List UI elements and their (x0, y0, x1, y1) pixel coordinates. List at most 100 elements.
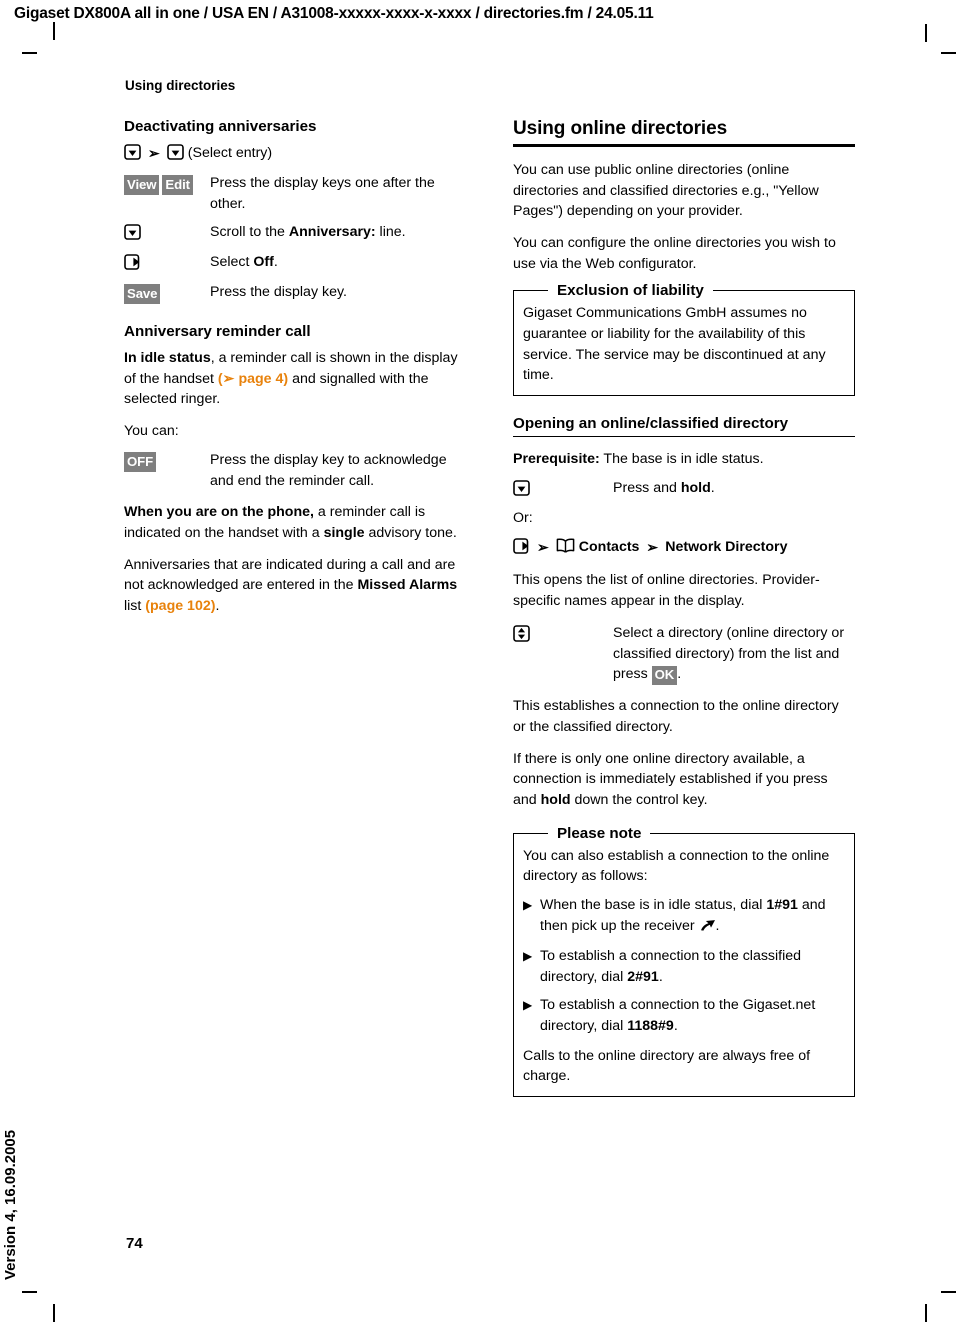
you-can-label: You can: (124, 423, 179, 440)
bullet-text: When the base is in idle status, dial 1#… (540, 895, 845, 938)
xref-page-4[interactable]: (➢ page 4) (218, 371, 288, 387)
press-hold-prefix: Press and (613, 480, 681, 497)
exclusion-box-title: Exclusion of liability (548, 280, 713, 303)
prerequisite-bold: Prerequisite: (513, 451, 600, 468)
bullet-text-2: . (673, 1017, 678, 1034)
control-key-up-down-icon[interactable] (513, 625, 530, 642)
subheading-rule (513, 436, 855, 438)
control-key-right-icon[interactable] (124, 254, 141, 270)
heading-opening-directory: Opening an online/classified directory (513, 414, 789, 432)
step-view-edit: View Edit Press the display keys one afte… (124, 173, 466, 214)
paragraph-only-one-directory: If there is only one online directory av… (513, 749, 855, 811)
bullet-bold: 1#91 (766, 896, 798, 913)
softkey-ok[interactable]: OK (651, 665, 678, 686)
bullet-text-1: To establish a connection to the classif… (540, 948, 802, 985)
please-note-box: Please note You can also establish a con… (513, 822, 855, 1097)
page-number: 74 (126, 1235, 143, 1252)
step-text-off: Press the display key to acknowledge and… (210, 451, 447, 489)
step-save: Save Press the display key. (124, 282, 466, 304)
bullet-text-2: . (658, 968, 663, 985)
nav-contacts-label[interactable]: Contacts (579, 539, 640, 555)
step-scroll-anniversary: Scroll to the Anniversary: line. (124, 222, 466, 244)
bullet-item: ▶ To establish a connection to the Gigas… (523, 995, 845, 1036)
bullet-triangle-icon: ▶ (523, 897, 533, 912)
step-key-cell: Save (124, 282, 210, 304)
control-key-down-icon[interactable] (124, 224, 141, 241)
exclusion-of-liability-box: Exclusion of liability Gigaset Communica… (513, 280, 855, 396)
step-text-suffix: line. (375, 224, 406, 241)
bullet-text-3: . (715, 917, 720, 934)
paragraph-opens-list: This opens the list of online directorie… (513, 572, 820, 610)
bullet-triangle-icon: ▶ (523, 949, 533, 964)
arrow-right-glyph: ➢ (536, 539, 549, 556)
receiver-icon (699, 918, 716, 939)
contacts-book-icon (556, 538, 575, 560)
step-press-and-hold: Press and hold. (513, 478, 855, 500)
paragraph-on-the-phone: When you are on the phone, a reminder ca… (124, 502, 466, 543)
on-the-phone-bold: When you are on the phone, (124, 504, 314, 521)
select-directory-text-2: . (677, 666, 682, 683)
xref-page-102[interactable]: (page 102) (145, 598, 215, 614)
bullet-item: ▶ When the base is in idle status, dial … (523, 895, 845, 938)
or-label: Or: (513, 509, 533, 526)
paragraph-public-directories: You can use public online directories (o… (513, 161, 819, 220)
control-key-down-icon (124, 144, 141, 161)
bullet-triangle-icon: ▶ (523, 998, 533, 1013)
version-note: Version 4, 16.09.2005 (2, 1129, 19, 1280)
arrow-right-glyph-2: ➢ (646, 539, 659, 556)
softkey-view[interactable]: View (124, 175, 160, 195)
bullet-text: To establish a connection to the classif… (540, 946, 845, 987)
nav-network-directory-label[interactable]: Network Directory (665, 539, 787, 555)
crop-mark-bottom-right-horizontal (941, 1291, 956, 1293)
steps-deactivating: View Edit Press the display keys one afte… (124, 173, 466, 304)
step-text-suffix: . (273, 254, 278, 271)
control-key-down-icon[interactable] (513, 480, 530, 497)
step-select-directory: Select a directory (online directory or … (513, 623, 855, 686)
paragraph-missed-alarms: Anniversaries that are indicated during … (124, 555, 466, 617)
step-text-view-edit: Press the display keys one after the oth… (210, 174, 435, 212)
paragraph-idle-status: In idle status, a reminder call is shown… (124, 348, 466, 410)
on-the-phone-bold-2: single (323, 525, 365, 542)
please-note-box-title: Please note (548, 822, 651, 845)
control-key-right-icon[interactable] (513, 537, 530, 554)
step-key-cell (513, 478, 613, 500)
xref-page-4-label: page 4) (238, 370, 289, 387)
paragraph-prerequisite: Prerequisite: The base is in idle status… (513, 449, 855, 470)
only-one-bold: hold (540, 792, 571, 809)
heading-rule (513, 144, 855, 147)
missed-alarms-bold: Missed Alarms (357, 577, 458, 594)
heading-anniversary-reminder-call: Anniversary reminder call (124, 322, 311, 340)
please-note-footer: Calls to the online directory are always… (523, 1047, 811, 1085)
step-text-bold: Anniversary: (288, 224, 376, 241)
step-text-select-directory: Select a directory (online directory or … (613, 623, 855, 686)
arrow-right-glyph: ➢ (147, 146, 160, 163)
heading-deactivating-anniversaries: Deactivating anniversaries (124, 118, 317, 135)
crop-mark-bottom-right-vertical (925, 1304, 927, 1322)
select-directory-text-1: Select a directory (online directory or … (613, 624, 845, 683)
step-key-cell: View Edit (124, 173, 210, 195)
heading-using-online-directories: Using online directories (513, 118, 728, 139)
crop-mark-top-right-horizontal (941, 52, 956, 54)
step-text-save: Press the display key. (210, 283, 347, 300)
please-note-intro: You can also establish a connection to t… (523, 847, 830, 885)
step-text-press-hold: Press and hold. (613, 478, 855, 499)
paragraph-establishes-connection: This establishes a connection to the onl… (513, 698, 839, 735)
step-key-cell (124, 252, 210, 274)
step-text-prefix: Select (210, 254, 254, 271)
step-off: OFF Press the display key to acknowledge… (124, 450, 466, 491)
step-text-prefix: Scroll to the (210, 224, 289, 241)
exclusion-box-body: Gigaset Communications GmbH assumes no g… (523, 305, 826, 384)
step-key-cell: OFF (124, 450, 210, 472)
step-key-cell (124, 222, 210, 244)
crop-mark-bottom-left-horizontal (22, 1291, 37, 1293)
softkey-off[interactable]: OFF (124, 452, 157, 472)
right-column: Using online directories You can use pub… (513, 118, 855, 1111)
missed-alarms-text-3: . (215, 598, 220, 615)
control-key-down-icon-2 (166, 144, 184, 161)
select-entry-label: (Select entry) (187, 145, 273, 162)
xref-arrow-icon: ➢ (222, 370, 235, 387)
on-the-phone-text-2: advisory tone. (364, 525, 457, 542)
crop-mark-top-left-vertical (53, 22, 55, 40)
softkey-save[interactable]: Save (124, 284, 161, 304)
softkey-edit[interactable]: Edit (162, 175, 193, 195)
